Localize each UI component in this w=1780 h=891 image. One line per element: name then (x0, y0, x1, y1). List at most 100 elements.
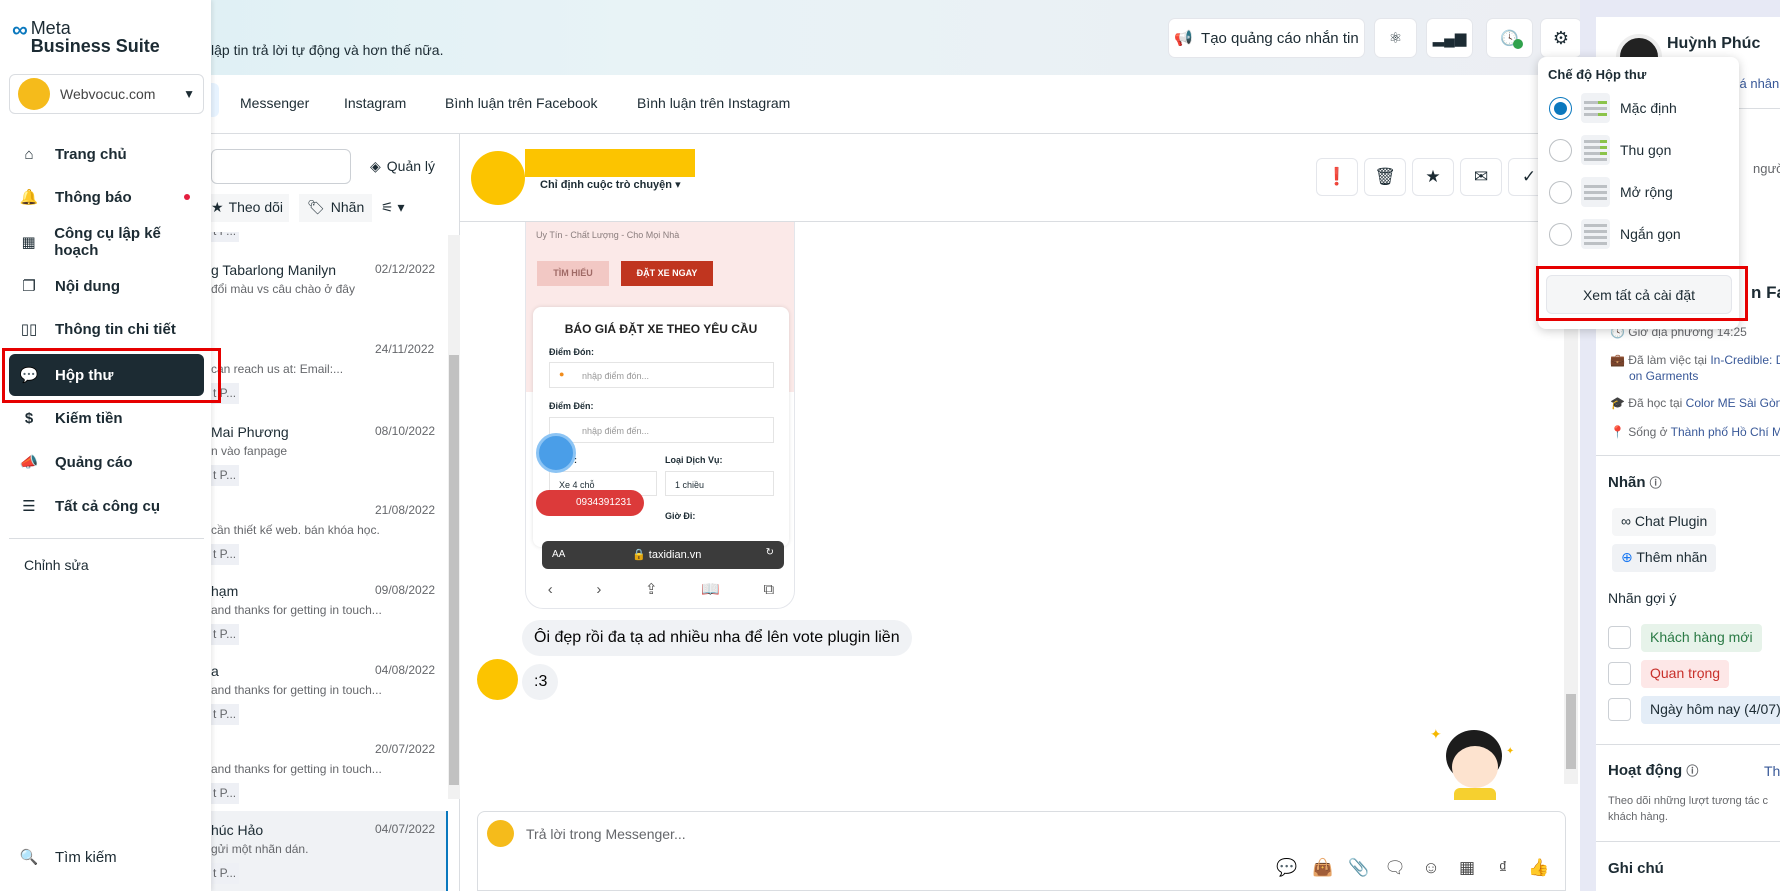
star-icon: ★ (211, 199, 224, 215)
list-item[interactable]: hạm 09/08/2022 and thanks for getting in t… (211, 583, 448, 671)
add-label-button[interactable]: ⊕ Thêm nhãn (1612, 544, 1717, 572)
zalo-icon (536, 433, 576, 473)
sidebar-item-monetization[interactable]: $ Kiếm tiền (9, 397, 204, 439)
tab-facebook-comments[interactable]: Bình luận trên Facebook (445, 95, 598, 111)
option-compact[interactable]: Thu gọn (1549, 132, 1671, 168)
atom-icon-button[interactable]: ⚛ (1375, 19, 1416, 57)
tab-instagram-comments[interactable]: Bình luận trên Instagram (637, 95, 790, 111)
edit-link[interactable]: Chỉnh sửa (24, 557, 89, 573)
sidebar: ∞ Meta Business Suite Webvocuc.com ▼ ⌂ Tra… (0, 0, 211, 891)
activity-title: Hoạt động ⓘ (1608, 762, 1699, 779)
menu-icon: ☰ (22, 498, 36, 515)
filter-options-button[interactable]: ⚟ ▾ (381, 199, 404, 216)
list-item-selected[interactable]: húc Hảo 04/07/2022 gửi một nhãn dán. t P... (211, 811, 448, 891)
calendar-icon[interactable]: ▦ (1455, 858, 1479, 878)
thumbs-up-icon[interactable]: 👍 (1527, 858, 1551, 878)
layout-compact-icon (1581, 135, 1610, 165)
list-item[interactable]: 24/11/2022 can reach us at: Email:... t P.… (211, 342, 448, 430)
megaphone-icon: 📢 (1174, 30, 1194, 47)
paperclip-icon[interactable]: 📎 (1347, 858, 1371, 878)
checkbox-new-customer[interactable] (1608, 626, 1631, 649)
gear-icon: ⚙ (1552, 27, 1570, 48)
notes-title: Ghi chú (1608, 860, 1664, 877)
sidebar-search[interactable]: 🔍 Tìm kiếm (9, 836, 204, 878)
shopping-bag-icon[interactable]: 👜 (1311, 858, 1335, 878)
radio-selected[interactable] (1549, 96, 1572, 120)
sidebar-item-content[interactable]: ❐ Nội dung (9, 265, 204, 307)
account-switcher[interactable]: Webvocuc.com ▼ (9, 74, 204, 114)
contact-avatar (471, 151, 525, 205)
sidebar-item-notifications[interactable]: 🔔 Thông báo (9, 176, 204, 218)
tag-today[interactable]: Ngày hôm nay (4/07) (1641, 696, 1780, 724)
assign-conversation-dropdown[interactable]: Chỉ định cuộc trò chuyện ▾ (540, 178, 681, 191)
view-all-settings-button[interactable]: Xem tất cả cài đặt (1546, 275, 1732, 314)
chat-bubble-icon: 💬 (19, 367, 39, 384)
insights-button[interactable]: ▂▄▆ (1427, 19, 1472, 57)
composer: Trả lời trong Messenger... 💬 👜 📎 🗨 ☺ ▦ ₫… (477, 811, 1566, 891)
sidebar-item-inbox[interactable]: 💬 Hộp thư (9, 354, 204, 396)
tab-instagram[interactable]: Instagram (344, 95, 406, 111)
option-expanded[interactable]: Mở rộng (1549, 174, 1673, 210)
shared-screenshot-image[interactable]: Uy Tín - Chất Lượng - Cho Mọi Nhà TÌM HI… (525, 222, 795, 609)
content-icon: ❐ (22, 278, 36, 295)
layout-short-icon (1581, 219, 1610, 249)
caret-down-icon: ▼ (183, 87, 195, 101)
chat-dots-icon[interactable]: 🗨 (1383, 858, 1407, 878)
list-item[interactable]: 21/08/2022 cần thiết kế web. bán khóa học… (211, 503, 448, 591)
menu-title: Chế độ Hộp thư (1548, 67, 1647, 82)
tag-icon: 🏷 (307, 199, 325, 215)
dong-currency-icon[interactable]: ₫ (1491, 858, 1515, 878)
dollar-icon: $ (24, 409, 34, 427)
education-info: 🎓 Đã học tại Color ME Sài Gòn (1610, 396, 1780, 410)
settings-button[interactable]: ⚙ (1541, 19, 1581, 57)
saved-reply-icon[interactable]: 💬 (1275, 858, 1299, 878)
tag-new-customer[interactable]: Khách hàng mới (1641, 624, 1762, 652)
notification-dot (184, 194, 190, 200)
inbox-tabs: Messenger Instagram Bình luận trên Faceb… (211, 75, 1596, 134)
delete-button[interactable]: 🗑 (1364, 158, 1406, 196)
info-icon: ⓘ (1686, 764, 1699, 778)
option-default[interactable]: Mặc định (1549, 90, 1677, 126)
reply-input[interactable]: Trả lời trong Messenger... (526, 826, 686, 842)
list-item[interactable]: a 04/08/2022 and thanks for getting in tou… (211, 663, 448, 751)
checkbox-important[interactable] (1608, 662, 1631, 685)
list-item[interactable]: Mai Phương 08/10/2022 n vào fanpage t P... (211, 424, 448, 512)
label-chat-plugin[interactable]: ∞ Chat Plugin (1612, 508, 1717, 536)
list-item[interactable]: g Tabarlong Manilyn 02/12/2022 đổi màu vs … (211, 262, 448, 350)
create-message-ad-button[interactable]: 📢 Tạo quảng cáo nhắn tin (1169, 19, 1364, 57)
tab-messenger[interactable]: Messenger (240, 95, 309, 111)
banner-text: lập tin trả lời tự động và hơn thế nữa. (211, 42, 444, 58)
mark-spam-button[interactable]: ❗ (1316, 158, 1358, 196)
composer-toolbar: 💬 👜 📎 🗨 ☺ ▦ ₫ 👍 (1275, 858, 1551, 878)
star-button[interactable]: ★ (1412, 158, 1454, 196)
search-conversations-input[interactable] (211, 149, 351, 184)
availability-button[interactable]: 🕓 (1487, 19, 1532, 57)
manage-button[interactable]: ◈ Quản lý (370, 158, 435, 175)
filter-label[interactable]: 🏷 Nhãn (299, 194, 373, 222)
meta-business-suite-logo[interactable]: ∞ Meta Business Suite (12, 19, 160, 56)
facebook-section-title: n Face (1751, 283, 1780, 302)
checkbox-today[interactable] (1608, 698, 1631, 721)
sidebar-item-all-tools[interactable]: ☰ Tất cả công cụ (9, 485, 204, 527)
envelope-icon: ✉ (1473, 167, 1489, 186)
sidebar-item-planner[interactable]: ▦ Công cụ lập kế hoạch (9, 221, 204, 263)
option-short[interactable]: Ngắn gọn (1549, 216, 1681, 252)
tab-all-active[interactable] (211, 83, 219, 117)
emoji-icon[interactable]: ☺ (1419, 858, 1443, 878)
account-avatar (18, 78, 50, 110)
tag-important[interactable]: Quan trọng (1641, 660, 1730, 688)
info-icon: ⓘ (1649, 476, 1662, 490)
caret-down-icon: ▾ (675, 179, 681, 191)
filter-follow[interactable]: ★ Theo dõi (211, 194, 290, 222)
mark-unread-button[interactable]: ✉ (1460, 158, 1502, 196)
sidebar-item-home[interactable]: ⌂ Trang chủ (9, 133, 204, 175)
star-icon: ★ (1425, 167, 1441, 186)
sidebar-item-ads[interactable]: 📣 Quảng cáo (9, 441, 204, 483)
trash-icon: 🗑 (1374, 167, 1396, 186)
activity-link[interactable]: Th (1764, 763, 1780, 779)
profile-link[interactable]: cá nhân (1733, 76, 1779, 91)
list-scrollbar[interactable] (448, 235, 460, 799)
sidebar-item-insights[interactable]: ▯▯ Thông tin chi tiết (9, 308, 204, 350)
location-info: 📍 Sống ở Thành phố Hồ Chí M (1610, 425, 1780, 439)
page-avatar (487, 820, 514, 847)
